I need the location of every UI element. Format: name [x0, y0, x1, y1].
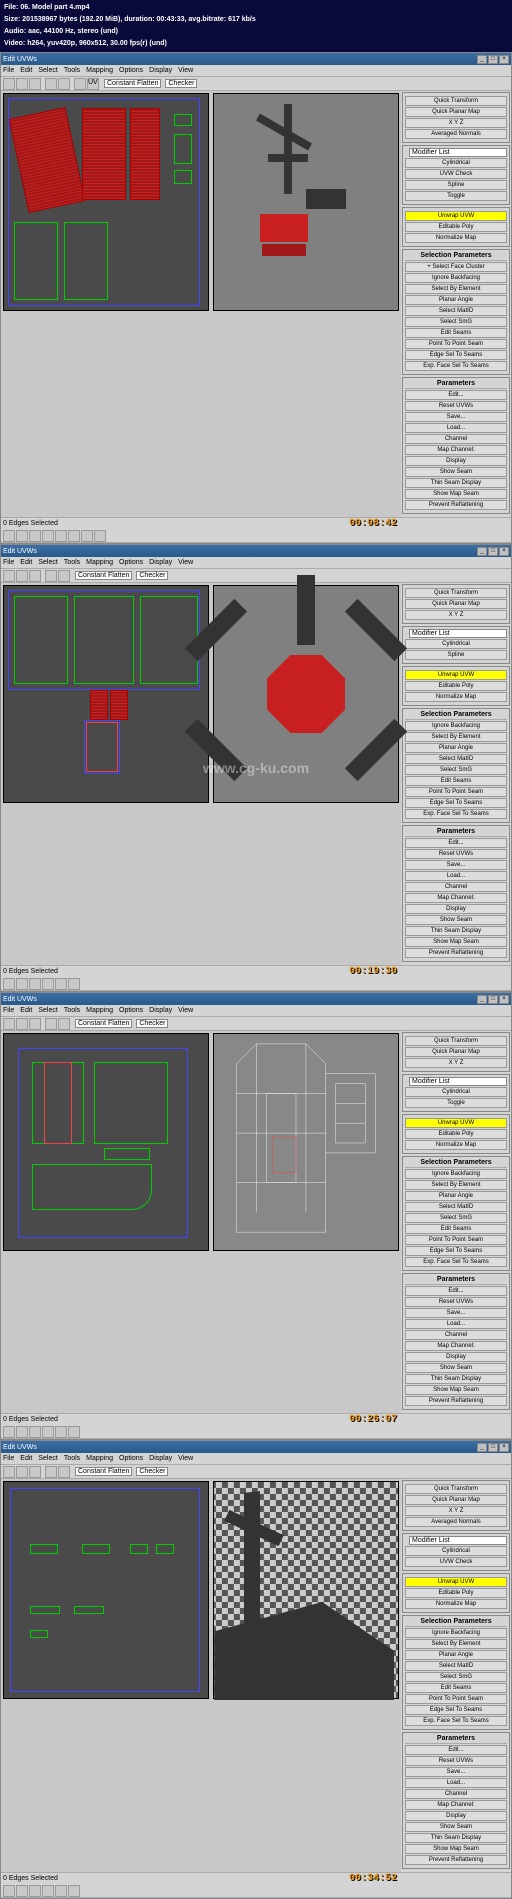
min-icon[interactable]: _	[477, 55, 487, 64]
tool-icon[interactable]	[68, 530, 80, 542]
max-icon[interactable]: □	[488, 55, 498, 64]
normalize-btn[interactable]: Normalize Map	[405, 233, 507, 243]
menu-view[interactable]: View	[178, 67, 193, 74]
uvw-toolbar: UV Constant Flatten Checker	[1, 77, 511, 91]
checker-dropdown[interactable]: Checker	[165, 79, 197, 88]
menu-tools[interactable]: Tools	[64, 67, 80, 74]
media-info-header: File: 06. Model part 4.mp4 Size: 2015389…	[0, 0, 512, 52]
tool-icon[interactable]	[81, 530, 93, 542]
audio-line: Audio: aac, 44100 Hz, stereo (und)	[4, 26, 508, 38]
bottom-toolbar	[1, 529, 511, 543]
select-matid-btn[interactable]: Select MatID	[405, 306, 507, 316]
display-label: Display	[405, 456, 507, 466]
frame-3: Edit UVWs_□× FileEditSelectToolsMappingO…	[0, 992, 512, 1440]
ignore-backfacing-chk[interactable]: Ignore Backfacing	[405, 273, 507, 283]
selection-params-rollout[interactable]: Selection Parameters	[405, 252, 507, 261]
show-map-icon[interactable]	[74, 78, 86, 90]
unwrap-uvw-modifier[interactable]: Unwrap UVW	[405, 211, 507, 221]
tool-icon[interactable]	[55, 530, 67, 542]
menu-options[interactable]: Options	[119, 67, 143, 74]
select-element-chk[interactable]: Select By Element	[405, 284, 507, 294]
uvw-titlebar[interactable]: Edit UVWs _ □ ×	[1, 53, 511, 65]
menu-file[interactable]: File	[3, 67, 14, 74]
checker-viewport[interactable]	[213, 1481, 399, 1699]
perspective-viewport[interactable]	[213, 93, 399, 311]
wireframe-icon	[214, 1034, 398, 1250]
toggle-btn[interactable]: Toggle	[405, 191, 507, 201]
show-map-seam-chk[interactable]: Show Map Seam	[405, 489, 507, 499]
uvw-check-btn[interactable]: UVW Check	[405, 169, 507, 179]
frame-4: Edit UVWs_□× FileEditSelectToolsMappingO…	[0, 1440, 512, 1899]
uv-viewport[interactable]	[3, 1481, 209, 1699]
tool-icon[interactable]	[94, 530, 106, 542]
planar-angle-field[interactable]: Planar Angle	[405, 295, 507, 305]
uv-viewport[interactable]	[3, 93, 209, 311]
averaged-radio[interactable]: Averaged Normals	[405, 129, 507, 139]
parameters-rollout[interactable]: Parameters	[405, 380, 507, 389]
uvw-menubar: File Edit Select Tools Mapping Options D…	[1, 65, 511, 77]
uv-icon[interactable]: UV	[87, 78, 99, 90]
move-icon[interactable]	[3, 78, 15, 90]
save-btn[interactable]: Save...	[405, 412, 507, 422]
modifier-list-dropdown[interactable]: Modifier List	[409, 148, 507, 157]
xyz-radio[interactable]: X Y Z	[405, 118, 507, 128]
show-seam-chk[interactable]: Show Seam	[405, 467, 507, 477]
tool-icon[interactable]	[16, 530, 28, 542]
selected-mesh[interactable]	[267, 655, 345, 733]
wireframe-viewport[interactable]	[213, 1033, 399, 1251]
p2p-seam-btn[interactable]: Point To Point Seam	[405, 339, 507, 349]
editable-poly[interactable]: Editable Poly	[405, 222, 507, 232]
reset-btn[interactable]: Reset UVWs	[405, 401, 507, 411]
menu-edit[interactable]: Edit	[20, 67, 32, 74]
size-line: Size: 201538967 bytes (192.20 MiB), dura…	[4, 14, 508, 26]
video-line: Video: h264, yuv420p, 960x512, 30.00 fps…	[4, 38, 508, 50]
edit-seams-btn[interactable]: Edit Seams	[405, 328, 507, 338]
select-smg-btn[interactable]: Select SmG	[405, 317, 507, 327]
flatten-dropdown[interactable]: Constant Flatten	[104, 79, 161, 88]
channel-label: Channel	[405, 434, 507, 444]
face-sel-seams-btn[interactable]: Exp. Face Sel To Seams	[405, 361, 507, 371]
spline-btn[interactable]: Spline	[405, 180, 507, 190]
uv-bounds	[8, 98, 200, 306]
menu-select[interactable]: Select	[38, 67, 57, 74]
tool-icon[interactable]	[3, 530, 15, 542]
cylindrical-btn[interactable]: Cylindrical	[405, 158, 507, 168]
selected-mesh[interactable]	[260, 214, 308, 242]
statusbar: 0 Edges Selected	[1, 517, 511, 529]
menu-display[interactable]: Display	[149, 67, 172, 74]
tool-icon[interactable]	[42, 530, 54, 542]
flip-icon[interactable]	[58, 78, 70, 90]
load-btn[interactable]: Load...	[405, 423, 507, 433]
watermark: www.cg-ku.com	[203, 760, 309, 776]
command-panel: Quick Transform Quick Planar Map X Y Z A…	[401, 91, 511, 517]
menu-mapping[interactable]: Mapping	[86, 67, 113, 74]
mirror-icon[interactable]	[45, 78, 57, 90]
prevent-reflatten-chk[interactable]: Prevent Reflattening	[405, 500, 507, 510]
thin-seam-chk[interactable]: Thin Seam Display	[405, 478, 507, 488]
rotate-icon[interactable]	[16, 78, 28, 90]
frame-1: Edit UVWs _ □ × File Edit Select Tools M…	[0, 52, 512, 544]
timestamp: 00:34:52	[349, 1873, 397, 1884]
window-title: Edit UVWs	[3, 56, 37, 63]
edge-sel-seams-btn[interactable]: Edge Sel To Seams	[405, 350, 507, 360]
command-panel: Quick TransformQuick Planar MapX Y Z Mod…	[401, 583, 511, 965]
timestamp: 00:26:07	[349, 1414, 397, 1425]
command-panel: Quick TransformQuick Planar MapX Y ZAver…	[401, 1479, 511, 1872]
map-channel-field[interactable]: Map Channel:	[405, 445, 507, 455]
close-icon[interactable]: ×	[499, 55, 509, 64]
timestamp: 00:19:30	[349, 966, 397, 977]
tool-icon[interactable]	[29, 530, 41, 542]
uv-viewport[interactable]	[3, 1033, 209, 1251]
command-panel: Quick TransformQuick Planar MapX Y Z Mod…	[401, 1031, 511, 1413]
frame-2: Edit UVWs_□× FileEditSelectToolsMappingO…	[0, 544, 512, 992]
timestamp: 00:08:42	[349, 518, 397, 529]
file-line: File: 06. Model part 4.mp4	[4, 2, 508, 14]
quick-transform-rollout[interactable]: Quick Transform	[405, 96, 507, 106]
uv-viewport[interactable]	[3, 585, 209, 803]
face-cluster-btn[interactable]: + Select Face Cluster	[405, 262, 507, 272]
quick-planar-btn[interactable]: Quick Planar Map	[405, 107, 507, 117]
scale-icon[interactable]	[29, 78, 41, 90]
edit-btn[interactable]: Edit...	[405, 390, 507, 400]
